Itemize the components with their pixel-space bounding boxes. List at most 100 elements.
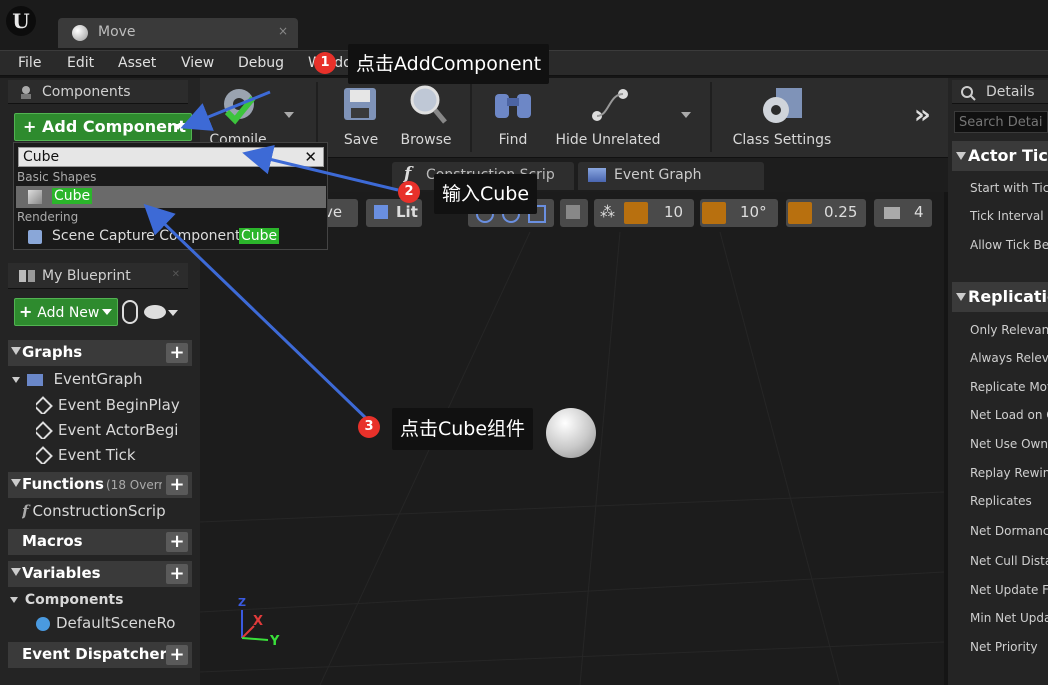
- annotation-badge-1: 1: [314, 52, 336, 74]
- add-variable-button[interactable]: +: [166, 564, 188, 584]
- details-title: Details: [986, 84, 1035, 100]
- scale-snap-control[interactable]: 0.25: [786, 199, 866, 227]
- functions-section-header[interactable]: Functions (18 Overr +: [8, 472, 192, 498]
- my-blueprint-panel-header: My Blueprint ✕: [8, 263, 188, 289]
- save-button[interactable]: Save: [330, 80, 392, 154]
- replication-property: Always Relev: [970, 351, 1048, 365]
- collapse-arrow-icon[interactable]: [12, 376, 20, 383]
- add-graph-button[interactable]: +: [166, 343, 188, 363]
- components-subsection[interactable]: Components: [10, 592, 188, 608]
- class-settings-button[interactable]: Class Settings: [726, 80, 838, 154]
- add-new-button[interactable]: + Add New: [14, 298, 118, 326]
- grid-snap-control[interactable]: ⁂ 10: [594, 199, 694, 227]
- document-tab-move[interactable]: Move ×: [58, 18, 298, 48]
- component-search-field[interactable]: Cube ✕: [18, 147, 324, 167]
- add-new-label: Add New: [37, 305, 100, 321]
- hide-unrelated-button[interactable]: Hide Unrelated: [553, 80, 663, 154]
- scale-snap-icon[interactable]: [788, 202, 812, 224]
- collapse-arrow-icon[interactable]: [11, 568, 21, 576]
- camera-speed-control[interactable]: 4: [874, 199, 932, 227]
- details-panel-header: Details: [952, 80, 1048, 104]
- annotation-badge-3: 3: [358, 416, 380, 438]
- find-binoculars-icon: [495, 94, 531, 118]
- menu-file[interactable]: File: [18, 55, 41, 71]
- tab-event-graph[interactable]: Event Graph: [578, 162, 764, 190]
- event-actorbeginoverlap-item[interactable]: Event ActorBegi: [36, 421, 186, 439]
- panel-close-icon[interactable]: ✕: [172, 269, 180, 280]
- book-icon: [18, 268, 35, 284]
- menu-view[interactable]: View: [181, 55, 214, 71]
- add-function-button[interactable]: +: [166, 475, 188, 495]
- search-clear-icon[interactable]: ✕: [304, 148, 317, 166]
- add-event-dispatcher-button[interactable]: +: [166, 645, 188, 665]
- replication-property: Net Dormanc: [970, 524, 1048, 538]
- rotation-snap-control[interactable]: 10°: [700, 199, 778, 227]
- event-graph-label: EventGraph: [53, 370, 143, 388]
- component-search-value: Cube: [23, 149, 60, 165]
- camera-speed-value: 4: [914, 203, 924, 221]
- variables-section-header[interactable]: Variables +: [8, 561, 192, 587]
- menu-asset[interactable]: Asset: [118, 55, 156, 71]
- component-option-scene-capture-cube[interactable]: Scene Capture Component Cube: [16, 226, 326, 248]
- menu-debug[interactable]: Debug: [238, 55, 284, 71]
- event-graph-icon: [588, 168, 606, 182]
- rotation-snap-value: 10°: [740, 203, 767, 221]
- collapse-arrow-icon[interactable]: [11, 347, 21, 355]
- event-graph-item[interactable]: EventGraph: [12, 370, 188, 388]
- toolbar-separator: [470, 82, 472, 152]
- hide-unrelated-chevron-icon[interactable]: [681, 112, 691, 118]
- chevron-down-icon: [173, 124, 183, 130]
- title-bar: U Move ×: [0, 0, 1048, 50]
- grid-snap-icon[interactable]: [624, 202, 648, 224]
- axis-label-y: Y: [270, 634, 280, 649]
- component-option-cube[interactable]: Cube: [16, 186, 326, 208]
- blueprint-sphere-icon: [72, 25, 88, 41]
- event-dispatchers-section-header[interactable]: Event Dispatchers +: [8, 642, 192, 668]
- construction-script-label: ConstructionScrip: [32, 502, 166, 520]
- annotation-callout-3: 点击Cube组件: [392, 408, 534, 450]
- event-beginplay-item[interactable]: Event BeginPlay: [36, 396, 186, 414]
- viewport[interactable]: Z X Y: [200, 192, 944, 685]
- actor-tick-label: Actor Tick: [968, 146, 1048, 165]
- find-button[interactable]: Find: [482, 80, 544, 154]
- event-tick-label: Event Tick: [58, 446, 136, 464]
- rotation-snap-icon[interactable]: [702, 202, 726, 224]
- collapse-arrow-icon[interactable]: [11, 479, 21, 487]
- details-magnifier-icon: [960, 85, 976, 101]
- replication-property: Net Priority: [970, 640, 1038, 654]
- add-component-dropdown: Cube ✕ Basic Shapes Cube Rendering Scene…: [13, 142, 328, 250]
- replication-section-header[interactable]: Replication: [952, 282, 1048, 312]
- collapse-arrow-icon[interactable]: [956, 152, 966, 160]
- annotation-callout-2: 输入Cube: [434, 174, 538, 214]
- collapse-arrow-icon[interactable]: [10, 597, 18, 603]
- blueprint-preview-sphere: [546, 408, 596, 458]
- default-scene-root-item[interactable]: DefaultSceneRo: [36, 614, 188, 632]
- event-tick-item[interactable]: Event Tick: [36, 446, 186, 464]
- browse-button[interactable]: Browse: [395, 80, 457, 154]
- components-icon: [18, 85, 34, 101]
- hide-unrelated-nodes-icon: [592, 89, 628, 121]
- toolbar-overflow-chevron-icon[interactable]: »: [914, 100, 931, 130]
- compile-gear-icon: [224, 89, 256, 125]
- lit-view-mode-button[interactable]: Lit: [366, 199, 422, 227]
- world-local-toggle[interactable]: [560, 199, 588, 227]
- eye-icon[interactable]: [144, 305, 166, 319]
- details-search-input[interactable]: [954, 111, 1048, 133]
- default-scene-root-label: DefaultSceneRo: [56, 614, 176, 632]
- graphs-section-header[interactable]: Graphs +: [8, 340, 192, 366]
- compile-options-chevron-icon[interactable]: [284, 112, 294, 118]
- view-options-chevron-icon[interactable]: [168, 310, 178, 316]
- collapse-arrow-icon[interactable]: [956, 293, 966, 301]
- cube-option-label: Cube: [52, 188, 93, 204]
- actor-tick-section-header[interactable]: Actor Tick: [952, 141, 1048, 171]
- tab-close-icon[interactable]: ×: [278, 24, 288, 38]
- add-macro-button[interactable]: +: [166, 532, 188, 552]
- macros-section-header[interactable]: Macros +: [8, 529, 192, 555]
- replication-property: Replay Rewin: [970, 466, 1048, 480]
- replication-property: Replicate Mov: [970, 380, 1048, 394]
- search-toggle-icon[interactable]: [122, 300, 138, 324]
- add-component-button[interactable]: + Add Component: [14, 113, 192, 141]
- construction-script-item[interactable]: ƒ ConstructionScrip: [22, 502, 188, 520]
- menu-edit[interactable]: Edit: [67, 55, 94, 71]
- replication-property: Net Update Fr: [970, 583, 1048, 597]
